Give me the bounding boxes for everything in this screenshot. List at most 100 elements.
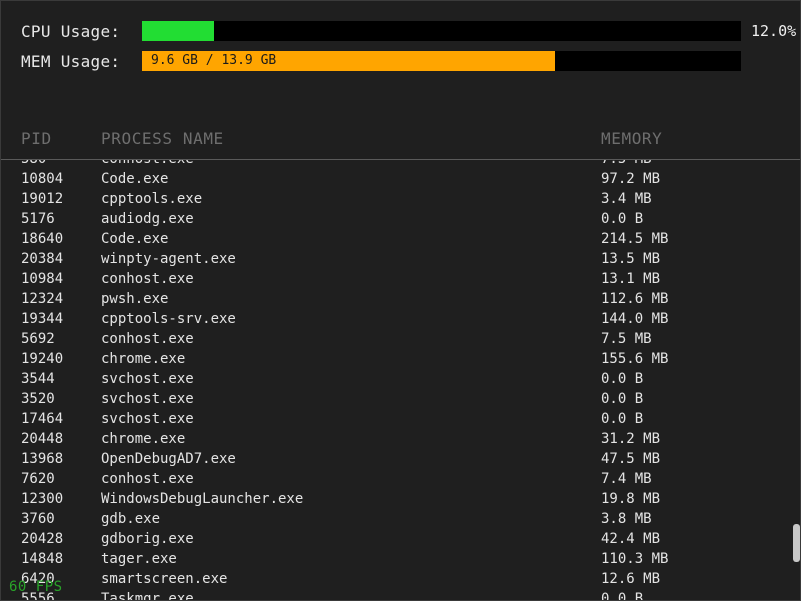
process-pid: 19344: [21, 311, 64, 327]
process-row[interactable]: 19344 cpptools-srv.exe 144.0 MB: [1, 309, 791, 329]
process-memory: 0.0 B: [601, 391, 644, 407]
process-pid: 20384: [21, 251, 64, 267]
process-name: gdb.exe: [101, 511, 161, 527]
process-memory: 13.5 MB: [601, 251, 661, 267]
process-row[interactable]: 12300 WindowsDebugLauncher.exe 19.8 MB: [1, 489, 791, 509]
column-header-process-name[interactable]: PROCESS NAME: [101, 129, 224, 148]
process-row[interactable]: 18640 Code.exe 214.5 MB: [1, 229, 791, 249]
process-row[interactable]: 20448 chrome.exe 31.2 MB: [1, 429, 791, 449]
cpu-usage-bar: [142, 21, 741, 41]
mem-usage-label: MEM Usage:: [21, 51, 121, 71]
process-name: Taskmgr.exe: [101, 591, 194, 601]
process-pid: 18640: [21, 231, 64, 247]
process-row[interactable]: 3760 gdb.exe 3.8 MB: [1, 509, 791, 529]
process-row[interactable]: 12324 pwsh.exe 112.6 MB: [1, 289, 791, 309]
process-row[interactable]: 14848 tager.exe 110.3 MB: [1, 549, 791, 569]
process-pid: 13968: [21, 451, 64, 467]
process-memory: 3.8 MB: [601, 511, 652, 527]
process-pid: 20448: [21, 431, 64, 447]
process-pid: 12300: [21, 491, 64, 507]
process-pid: 3760: [21, 511, 55, 527]
cpu-usage-fill: [142, 21, 214, 41]
process-name: cpptools.exe: [101, 191, 203, 207]
process-memory: 97.2 MB: [601, 171, 661, 187]
process-name: Code.exe: [101, 171, 169, 187]
process-pid: 3544: [21, 371, 55, 387]
process-row[interactable]: 3520 svchost.exe 0.0 B: [1, 389, 791, 409]
process-pid: 12324: [21, 291, 64, 307]
process-name: svchost.exe: [101, 371, 194, 387]
process-memory: 19.8 MB: [601, 491, 661, 507]
cpu-usage-label: CPU Usage:: [21, 21, 121, 41]
process-name: chrome.exe: [101, 351, 186, 367]
process-memory: 0.0 B: [601, 371, 644, 387]
process-row[interactable]: 5556 Taskmgr.exe 0.0 B: [1, 589, 791, 601]
process-row[interactable]: 10984 conhost.exe 13.1 MB: [1, 269, 791, 289]
process-memory: 7.4 MB: [601, 471, 652, 487]
process-row[interactable]: 20384 winpty-agent.exe 13.5 MB: [1, 249, 791, 269]
process-pid: 17464: [21, 411, 64, 427]
process-list-scrollbar[interactable]: [791, 160, 800, 600]
process-memory: 13.1 MB: [601, 271, 661, 287]
process-name: cpptools-srv.exe: [101, 311, 236, 327]
process-row[interactable]: 17464 svchost.exe 0.0 B: [1, 409, 791, 429]
process-name: WindowsDebugLauncher.exe: [101, 491, 304, 507]
mem-usage-value: 9.6 GB / 13.9 GB: [151, 53, 277, 68]
process-name: gdborig.exe: [101, 531, 194, 547]
fps-counter: 60 FPS: [9, 579, 63, 595]
process-memory: 47.5 MB: [601, 451, 661, 467]
process-row[interactable]: 5176 audiodg.exe 0.0 B: [1, 209, 791, 229]
process-memory: 155.6 MB: [601, 351, 669, 367]
process-name: conhost.exe: [101, 331, 194, 347]
process-pid: 5692: [21, 331, 55, 347]
process-row[interactable]: 5692 conhost.exe 7.5 MB: [1, 329, 791, 349]
process-memory: 110.3 MB: [601, 551, 669, 567]
process-row[interactable]: 13968 OpenDebugAD7.exe 47.5 MB: [1, 449, 791, 469]
process-pid: 5176: [21, 211, 55, 227]
process-memory: 31.2 MB: [601, 431, 661, 447]
process-name: conhost.exe: [101, 471, 194, 487]
process-row[interactable]: 20428 gdborig.exe 42.4 MB: [1, 529, 791, 549]
cpu-usage-value: 12.0%: [751, 22, 797, 40]
process-memory: 12.6 MB: [601, 571, 661, 587]
process-name: svchost.exe: [101, 411, 194, 427]
process-name: conhost.exe: [101, 271, 194, 287]
column-header-memory[interactable]: MEMORY: [601, 129, 662, 148]
scrollbar-thumb[interactable]: [793, 524, 800, 562]
process-memory: 214.5 MB: [601, 231, 669, 247]
process-name: OpenDebugAD7.exe: [101, 451, 236, 467]
process-pid: 10984: [21, 271, 64, 287]
process-row[interactable]: 19240 chrome.exe 155.6 MB: [1, 349, 791, 369]
mem-usage-bar: 9.6 GB / 13.9 GB: [142, 51, 741, 71]
process-memory: 42.4 MB: [601, 531, 661, 547]
process-row[interactable]: 19012 cpptools.exe 3.4 MB: [1, 189, 791, 209]
process-memory: 7.5 MB: [601, 331, 652, 347]
process-name: audiodg.exe: [101, 211, 194, 227]
column-header-pid[interactable]: PID: [21, 129, 52, 148]
process-name: chrome.exe: [101, 431, 186, 447]
process-memory: 144.0 MB: [601, 311, 669, 327]
process-pid: 19012: [21, 191, 64, 207]
process-row[interactable]: 3544 svchost.exe 0.0 B: [1, 369, 791, 389]
process-name: Code.exe: [101, 231, 169, 247]
task-manager-window: 580conhost.exe7.5 MB10804Code.exe97.2 MB…: [0, 0, 801, 601]
process-row[interactable]: 7620 conhost.exe 7.4 MB: [1, 469, 791, 489]
process-pid: 10804: [21, 171, 64, 187]
process-name: tager.exe: [101, 551, 177, 567]
process-pid: 14848: [21, 551, 64, 567]
process-name: pwsh.exe: [101, 291, 169, 307]
process-memory: 0.0 B: [601, 411, 644, 427]
process-name: smartscreen.exe: [101, 571, 228, 587]
process-pid: 19240: [21, 351, 64, 367]
process-pid: 3520: [21, 391, 55, 407]
usage-header: CPU Usage: 12.0% MEM Usage: 9.6 GB / 13.…: [1, 1, 800, 160]
process-name: winpty-agent.exe: [101, 251, 236, 267]
process-pid: 20428: [21, 531, 64, 547]
process-memory: 112.6 MB: [601, 291, 669, 307]
process-list[interactable]: 580conhost.exe7.5 MB10804Code.exe97.2 MB…: [1, 151, 791, 601]
process-memory: 0.0 B: [601, 211, 644, 227]
process-row[interactable]: 10804 Code.exe 97.2 MB: [1, 169, 791, 189]
process-pid: 7620: [21, 471, 55, 487]
mem-meter: MEM Usage: 9.6 GB / 13.9 GB: [21, 51, 741, 71]
process-row[interactable]: 6420 smartscreen.exe 12.6 MB: [1, 569, 791, 589]
